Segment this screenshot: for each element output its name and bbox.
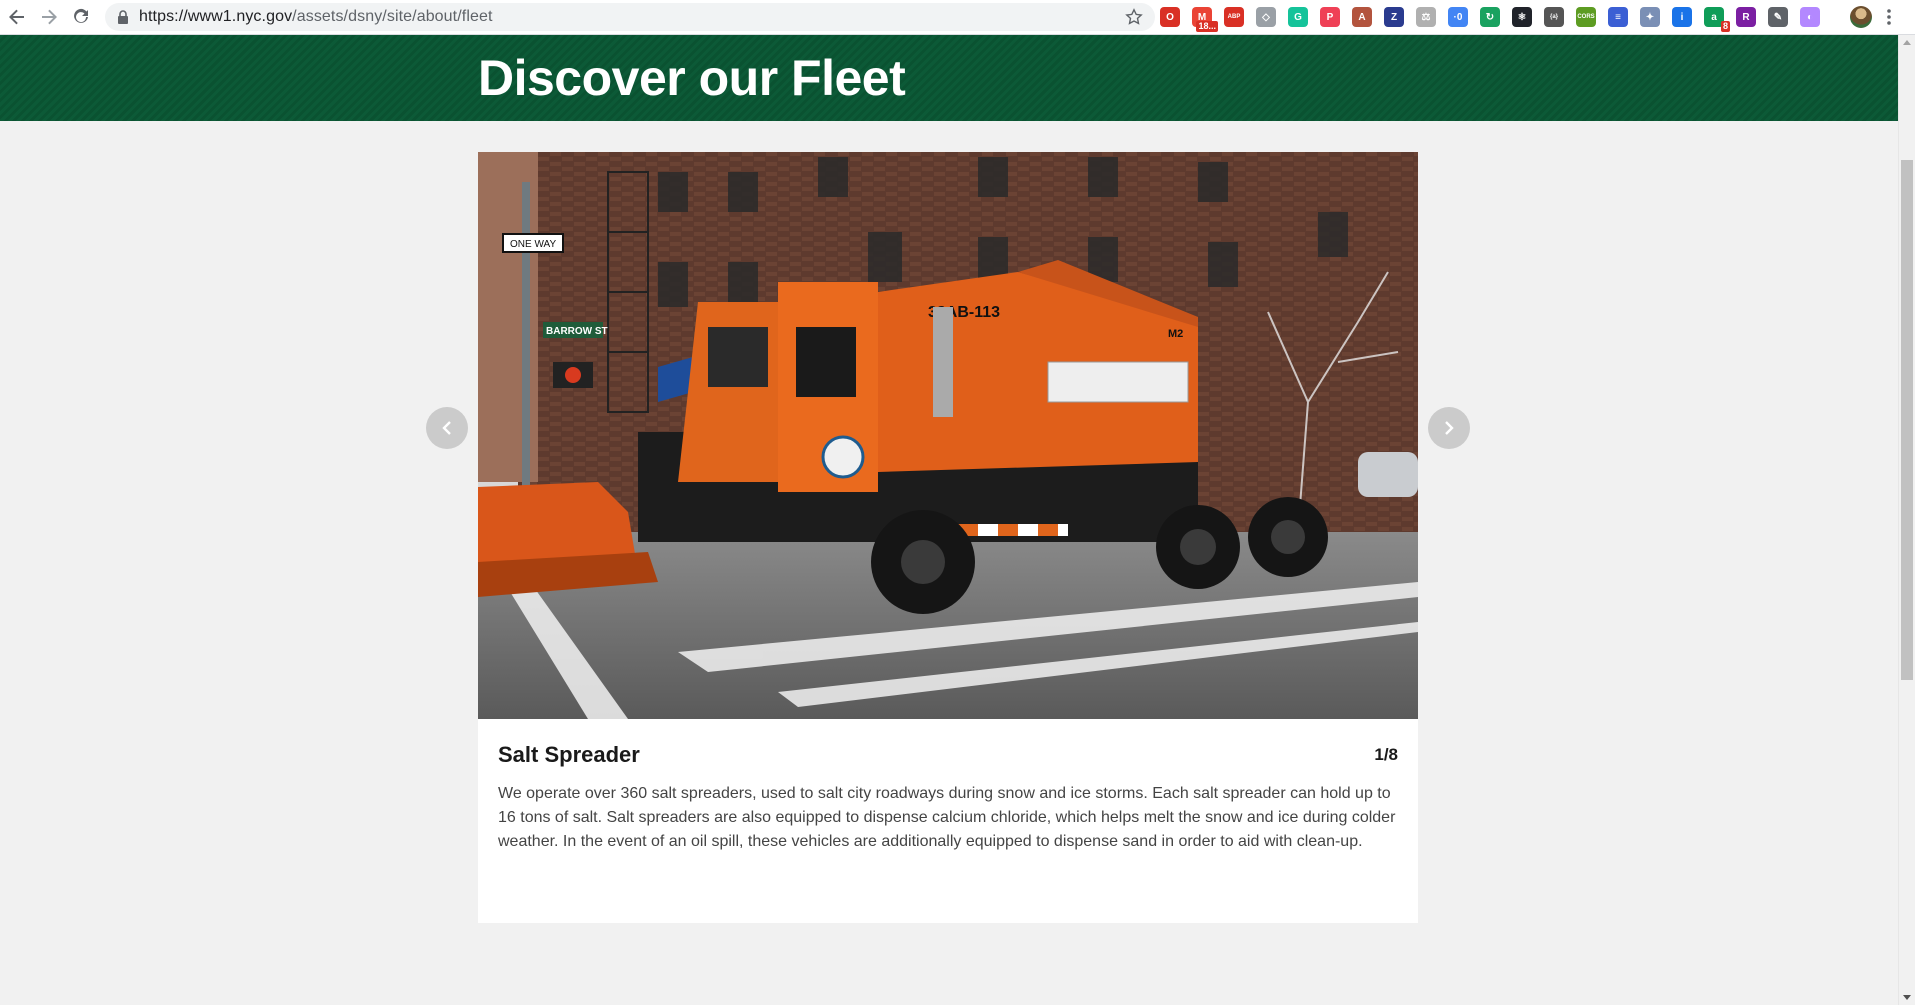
slide-title: Salt Spreader (498, 742, 640, 767)
arrow-right-icon (42, 9, 57, 25)
extensions-bar: O M 18... ABP ◇ G P A Z ⚖ ·0 ↻ ⚛ {a} CORS ≡ ✦ i a 8 R ✎ ◐ (1160, 4, 1832, 32)
compass-ext-icon-glyph: ✦ (1645, 11, 1655, 23)
react-ext-icon-glyph: ⚛ (1517, 11, 1527, 23)
one-way-sign-text: ONE WAY (510, 239, 556, 250)
eyedropper-ext-icon-glyph: ✎ (1773, 11, 1783, 23)
refresh-ext-icon[interactable]: ↻ (1480, 7, 1500, 27)
opera-ext-icon[interactable]: O (1160, 7, 1180, 27)
grammarly-ext-icon-glyph: G (1294, 11, 1302, 23)
eyedropper-ext-icon[interactable]: ✎ (1768, 7, 1788, 27)
brush-ext-icon-glyph: ◐ (1806, 11, 1814, 23)
shield-ext-icon-glyph: ◇ (1262, 11, 1270, 23)
page-ext-icon[interactable]: ≡ (1608, 7, 1628, 27)
slide-caption: Salt Spreader 1/8 We operate over 360 sa… (498, 742, 1398, 854)
browser-toolbar: https://www1.nyc.gov/assets/dsny/site/ab… (0, 0, 1915, 35)
pdf-ext-icon[interactable]: A (1352, 7, 1372, 27)
compass-ext-icon[interactable]: ✦ (1640, 7, 1660, 27)
json-ext-icon[interactable]: {a} (1544, 7, 1564, 27)
slide-counter: 1/8 (1374, 745, 1398, 764)
street-sign-text: BARROW ST (546, 326, 608, 337)
accounts-ext-icon[interactable]: a8 (1704, 7, 1730, 32)
slide-description: We operate over 360 salt spreaders, used… (498, 785, 1396, 850)
scroll-down-arrow[interactable] (1903, 995, 1911, 1000)
arrow-left-icon (9, 9, 24, 25)
chevron-left-icon (442, 421, 451, 435)
cors-ext-icon[interactable]: CORS (1576, 7, 1596, 27)
carousel-next-button[interactable] (1428, 407, 1470, 449)
counter-ext-icon-glyph: ·0 (1453, 11, 1463, 23)
pdf-ext-icon-glyph: A (1358, 11, 1366, 23)
zotero-ext-icon-glyph: Z (1390, 11, 1398, 23)
page-ext-icon-glyph: ≡ (1615, 11, 1621, 23)
scroll-up-arrow[interactable] (1903, 40, 1911, 45)
bookmark-star-icon[interactable] (1125, 8, 1143, 26)
brush-ext-icon[interactable]: ◐ (1800, 7, 1820, 27)
carousel-prev-button[interactable] (426, 407, 468, 449)
url-text: https://www1.nyc.gov/assets/dsny/site/ab… (139, 8, 493, 26)
info-ext-icon-glyph: i (1680, 11, 1684, 23)
profile-avatar[interactable] (1850, 6, 1872, 28)
chevron-right-icon (1445, 421, 1454, 435)
refresh-ext-icon-glyph: ↻ (1485, 11, 1495, 23)
react-ext-icon[interactable]: ⚛ (1512, 7, 1532, 27)
pocket-ext-icon-glyph: P (1326, 11, 1334, 23)
extension-badge: 18... (1196, 21, 1218, 32)
fleet-carousel: ONE WAY BARROW ST 38AB-113 M2 Salt Sprea… (478, 152, 1418, 923)
r-ext-icon-glyph: R (1742, 11, 1750, 23)
info-ext-icon[interactable]: i (1672, 7, 1692, 27)
truck-body-mark: M2 (1168, 328, 1183, 340)
json-ext-icon-glyph: {a} (1549, 14, 1558, 20)
adblock-ext-icon[interactable]: ABP (1224, 7, 1244, 27)
gmail-ext-icon[interactable]: M 18... (1192, 7, 1218, 32)
url-host: https://www1.nyc.gov (139, 8, 293, 25)
r-ext-icon[interactable]: R (1736, 7, 1756, 27)
page-header: Discover our Fleet (0, 35, 1898, 121)
opera-ext-icon-glyph: O (1166, 11, 1174, 23)
url-path: /assets/dsny/site/about/fleet (292, 8, 493, 25)
counter-ext-icon[interactable]: ·0 (1448, 7, 1468, 27)
scale-ext-icon[interactable]: ⚖ (1416, 7, 1436, 27)
more-menu-icon[interactable] (1886, 6, 1892, 28)
reload-button[interactable] (66, 2, 96, 32)
accounts-ext-icon-glyph: a (1711, 11, 1717, 23)
scroll-thumb[interactable] (1901, 160, 1913, 680)
cors-ext-icon-glyph: CORS (1577, 14, 1595, 20)
forward-button[interactable] (34, 2, 64, 32)
extension-badge: 8 (1720, 21, 1730, 32)
page-scrollbar[interactable] (1898, 35, 1915, 1005)
back-button[interactable] (2, 2, 32, 32)
address-bar[interactable]: https://www1.nyc.gov/assets/dsny/site/ab… (105, 3, 1155, 31)
shield-ext-icon[interactable]: ◇ (1256, 7, 1276, 27)
scale-ext-icon-glyph: ⚖ (1421, 11, 1431, 23)
salt-spreader-photo: ONE WAY BARROW ST 38AB-113 M2 (478, 152, 1418, 719)
grammarly-ext-icon[interactable]: G (1288, 7, 1308, 27)
lock-icon (118, 10, 128, 24)
adblock-ext-icon-glyph: ABP (1227, 14, 1241, 20)
page-title: Discover our Fleet (478, 50, 906, 106)
reload-icon (74, 8, 88, 23)
pocket-ext-icon[interactable]: P (1320, 7, 1340, 27)
zotero-ext-icon[interactable]: Z (1384, 7, 1404, 27)
